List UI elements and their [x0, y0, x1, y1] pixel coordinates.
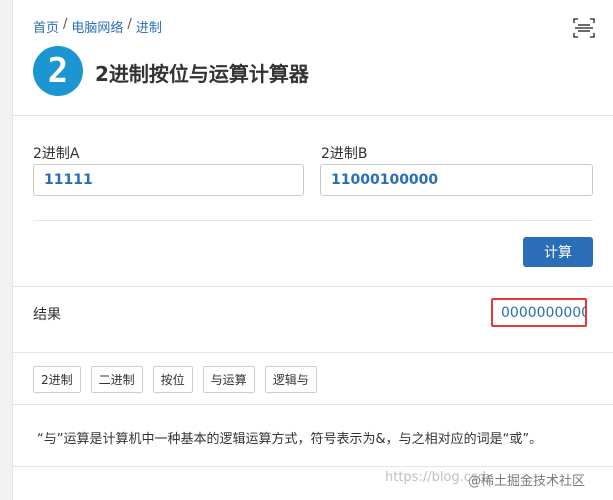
calculator-card: 首页 / 电脑网络 / 进制 2 2进制按位与运算计算器 2进制A 2进制B 计…: [12, 0, 613, 500]
breadcrumb-category[interactable]: 电脑网络: [71, 17, 123, 36]
tag-binary[interactable]: 2进制: [33, 366, 81, 393]
tag-list: 2进制 二进制 按位 与运算 逻辑与: [33, 366, 317, 393]
divider: [13, 286, 613, 287]
logo-icon: 2: [33, 46, 83, 96]
result-label: 结果: [33, 307, 61, 323]
binary-a-input[interactable]: [33, 164, 304, 196]
tag-bitwise[interactable]: 按位: [152, 366, 193, 393]
tag-logical-and[interactable]: 逻辑与: [264, 366, 317, 393]
watermark-brand: @稀土掘金技术社区: [468, 474, 586, 489]
binary-b-input[interactable]: [320, 164, 593, 196]
page-title: 2进制按位与运算计算器: [95, 62, 309, 86]
scan-icon[interactable]: [572, 16, 596, 40]
breadcrumb-separator: /: [127, 17, 132, 32]
divider: [13, 466, 613, 467]
field-a-label: 2进制A: [33, 146, 80, 162]
divider: [13, 352, 613, 353]
breadcrumb-home[interactable]: 首页: [33, 17, 59, 36]
breadcrumb: 首页 / 电脑网络 / 进制: [33, 17, 162, 36]
page-header: 首页 / 电脑网络 / 进制 2 2进制按位与运算计算器: [13, 0, 613, 116]
field-b-label: 2进制B: [321, 146, 368, 162]
breadcrumb-current[interactable]: 进制: [136, 17, 162, 36]
calculate-button[interactable]: 计算: [523, 237, 593, 267]
divider: [33, 220, 593, 221]
tag-binary-cn[interactable]: 二进制: [90, 366, 143, 393]
description-text: “与”运算是计算机中一种基本的逻辑运算方式，符号表示为&，与之相对应的词是“或”…: [37, 432, 543, 447]
breadcrumb-separator: /: [63, 17, 68, 32]
divider: [13, 404, 613, 405]
logo-glyph: 2: [47, 51, 69, 91]
result-value: 00000000000: [491, 298, 587, 327]
tag-and-operation[interactable]: 与运算: [202, 366, 255, 393]
